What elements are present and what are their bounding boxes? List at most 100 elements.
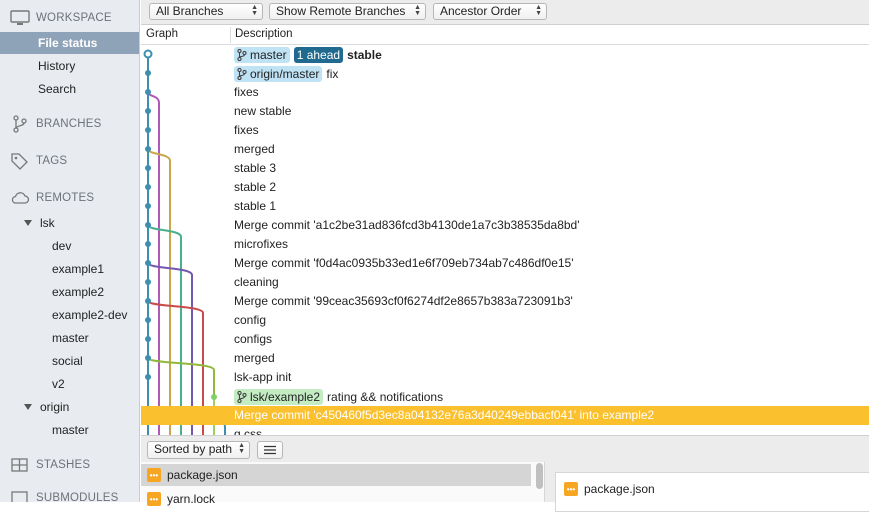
sidebar-item-file-status[interactable]: File status: [0, 32, 139, 54]
remote-branch-label: master: [52, 331, 89, 345]
stashes-section-header[interactable]: STASHES: [10, 455, 90, 475]
disclosure-triangle-icon[interactable]: [24, 220, 32, 226]
branches-section-header[interactable]: BRANCHES: [10, 114, 102, 134]
file-name: yarn.lock: [167, 492, 216, 506]
order-dropdown[interactable]: Ancestor Order ▲ ▼: [433, 3, 547, 20]
commit-message: merged: [234, 142, 275, 156]
commit-message: Merge commit '99ceac35693cf0f6274df2e865…: [234, 294, 573, 308]
commit-list-header: Graph Description: [141, 25, 869, 45]
commit-row[interactable]: g.css: [141, 425, 869, 435]
workspace-label: WORKSPACE: [36, 12, 112, 24]
commit-row[interactable]: fixes: [141, 121, 869, 140]
commit-row[interactable]: stable 2: [141, 178, 869, 197]
submodules-section-header[interactable]: SUBMODULES: [10, 488, 119, 502]
file-row[interactable]: ••• yarn.lock: [141, 488, 531, 510]
commit-message: fix: [326, 67, 339, 81]
workspace-section-header: WORKSPACE: [10, 8, 112, 28]
commit-row[interactable]: Merge commit '99ceac35693cf0f6274df2e865…: [141, 292, 869, 311]
list-icon: [264, 445, 276, 455]
commit-row[interactable]: merged: [141, 140, 869, 159]
sidebar: WORKSPACE File status History Search BRA…: [0, 0, 140, 502]
disclosure-triangle-icon[interactable]: [24, 404, 32, 410]
diff-file-header: ••• package.json: [564, 482, 655, 496]
file-name: package.json: [167, 468, 238, 482]
dropdown-arrows-icon: ▲ ▼: [414, 4, 421, 17]
order-value: Ancestor Order: [440, 4, 522, 18]
tags-section-header[interactable]: TAGS: [10, 151, 67, 171]
commit-row[interactable]: microfixes: [141, 235, 869, 254]
diff-file-card: ••• package.json: [555, 472, 869, 512]
file-list-toolbar: Sorted by path ▲ ▼: [141, 435, 869, 462]
commit-description: lsk/example2 rating && notifications: [234, 389, 443, 405]
commit-row[interactable]: lsk-app init: [141, 368, 869, 387]
commit-message: stable 3: [234, 161, 277, 175]
sidebar-item-lsk-example2-dev[interactable]: example2-dev: [0, 304, 139, 326]
sidebar-item-history[interactable]: History: [0, 55, 139, 77]
commit-message: configs: [234, 332, 273, 346]
remote-lsk[interactable]: lsk: [0, 212, 139, 234]
commit-message: Merge commit 'f0d4ac0935b33ed1e6f709eb73…: [234, 256, 574, 270]
description-column-header[interactable]: Description: [235, 28, 293, 40]
sidebar-item-label: File status: [38, 36, 98, 50]
commit-row[interactable]: master 1 ahead stable: [141, 45, 869, 64]
commit-row[interactable]: lsk/example2 rating && notifications: [141, 387, 869, 406]
file-list-scrollbar[interactable]: [536, 463, 543, 489]
commit-message: stable 1: [234, 199, 277, 213]
remote-branches-dropdown[interactable]: Show Remote Branches ▲ ▼: [269, 3, 426, 20]
commit-row[interactable]: Merge commit 'f0d4ac0935b33ed1e6f709eb73…: [141, 254, 869, 273]
sidebar-item-lsk-example1[interactable]: example1: [0, 258, 139, 280]
modified-file-icon: •••: [564, 482, 578, 496]
branch-badge-label: master: [250, 48, 287, 62]
commit-list: master 1 ahead stable origin/master fix …: [141, 45, 869, 435]
cloud-icon: [11, 192, 30, 204]
commit-row[interactable]: stable 3: [141, 159, 869, 178]
sidebar-item-origin-master[interactable]: master: [0, 419, 139, 441]
commit-row[interactable]: merged: [141, 349, 869, 368]
tags-label: TAGS: [36, 155, 68, 167]
dropdown-arrows-icon: ▲ ▼: [251, 4, 258, 17]
stash-icon: [11, 458, 28, 472]
commit-row-selected[interactable]: Merge commit 'c450460f5d3ec8a04132e76a3d…: [141, 406, 869, 425]
dropdown-arrows-icon: ▲ ▼: [535, 4, 542, 17]
sidebar-item-lsk-dev[interactable]: dev: [0, 235, 139, 257]
branch-filter-dropdown[interactable]: All Branches ▲ ▼: [149, 3, 263, 20]
commit-message: Merge commit 'a1c2be31ad836fcd3b4130de1a…: [234, 218, 580, 232]
file-row[interactable]: ••• package.json: [141, 464, 531, 486]
commit-row[interactable]: config: [141, 311, 869, 330]
list-view-button[interactable]: [257, 441, 283, 459]
branch-icon: [13, 115, 27, 133]
commit-row[interactable]: fixes: [141, 83, 869, 102]
commit-row[interactable]: Merge commit 'a1c2be31ad836fcd3b4130de1a…: [141, 216, 869, 235]
commit-row[interactable]: new stable: [141, 102, 869, 121]
sidebar-item-lsk-social[interactable]: social: [0, 350, 139, 372]
commit-message: config: [234, 313, 267, 327]
commit-row[interactable]: configs: [141, 330, 869, 349]
ahead-badge: 1 ahead: [293, 47, 344, 63]
commit-message: rating && notifications: [327, 390, 444, 404]
monitor-icon: [10, 10, 30, 25]
remote-branch-label: dev: [52, 239, 72, 253]
remote-branch-label: example2-dev: [52, 308, 128, 322]
graph-column-header[interactable]: Graph: [146, 28, 178, 40]
commit-row[interactable]: cleaning: [141, 273, 869, 292]
branch-filter-value: All Branches: [156, 4, 224, 18]
remote-origin[interactable]: origin: [0, 396, 139, 418]
sidebar-item-lsk-v2[interactable]: v2: [0, 373, 139, 395]
branch-badge-label: origin/master: [250, 67, 320, 81]
column-divider[interactable]: [230, 27, 231, 43]
remotes-section-header[interactable]: REMOTES: [10, 188, 94, 208]
sidebar-item-lsk-example2[interactable]: example2: [0, 281, 139, 303]
commit-message: fixes: [234, 123, 259, 137]
branches-label: BRANCHES: [36, 118, 102, 130]
branch-icon: [237, 49, 247, 61]
sidebar-item-lsk-master[interactable]: master: [0, 327, 139, 349]
commit-row[interactable]: stable 1: [141, 197, 869, 216]
sidebar-item-search[interactable]: Search: [0, 78, 139, 100]
history-toolbar: All Branches ▲ ▼ Show Remote Branches ▲ ▼ …: [141, 0, 869, 25]
tag-icon: [11, 153, 28, 170]
commit-message: merged: [234, 351, 275, 365]
commit-row[interactable]: origin/master fix: [141, 64, 869, 83]
commit-message: new stable: [234, 104, 292, 118]
sort-dropdown[interactable]: Sorted by path ▲ ▼: [147, 441, 250, 459]
remote-branch-label: example1: [52, 262, 105, 276]
